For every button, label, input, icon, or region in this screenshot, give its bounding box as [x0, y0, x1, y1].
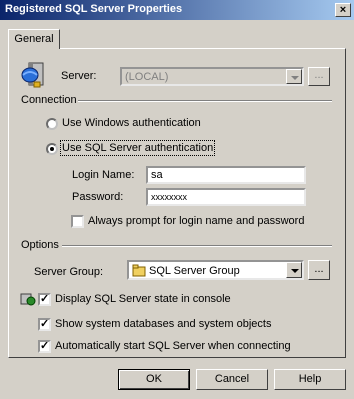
server-state-icon [20, 293, 36, 306]
server-icon [21, 62, 44, 88]
sql-auth-label: Use SQL Server authentication [59, 140, 216, 156]
server-group-browse-button[interactable]: ... [308, 260, 330, 280]
server-group-select[interactable]: SQL Server Group [127, 260, 304, 280]
password-label: Password: [72, 191, 124, 203]
login-name-label: Login Name: [72, 169, 135, 181]
show-system-checkbox[interactable]: ✓ [38, 318, 51, 331]
help-label: Help [298, 373, 322, 385]
chevron-down-icon [286, 69, 302, 84]
server-group-value: SQL Server Group [149, 265, 240, 277]
login-name-value: sa [151, 169, 163, 181]
windows-auth-radio[interactable] [46, 118, 58, 130]
options-divider [62, 245, 332, 247]
password-field[interactable]: xxxxxxxx [146, 188, 306, 206]
cancel-button[interactable]: Cancel [196, 369, 268, 390]
connection-divider [78, 100, 332, 102]
server-value: (LOCAL) [125, 71, 169, 83]
server-group-label: Server Group: [34, 266, 104, 278]
folder-icon [132, 264, 146, 277]
check-icon: ✓ [40, 293, 50, 305]
auto-start-checkbox[interactable]: ✓ [38, 340, 51, 353]
tab-general[interactable]: General [8, 29, 60, 49]
display-state-checkbox[interactable]: ✓ [38, 293, 51, 306]
help-button[interactable]: Help [274, 369, 346, 390]
password-value: xxxxxxxx [151, 192, 187, 202]
always-prompt-label: Always prompt for login name and passwor… [88, 215, 305, 227]
close-button[interactable]: × [335, 3, 351, 17]
display-state-label: Display SQL Server state in console [55, 293, 231, 305]
ok-button[interactable]: OK [118, 369, 190, 390]
options-section-label: Options [21, 239, 59, 251]
window-title: Registered SQL Server Properties [5, 3, 183, 15]
chevron-down-icon [286, 262, 302, 278]
windows-auth-label: Use Windows authentication [62, 117, 201, 129]
title-bar: Registered SQL Server Properties × [0, 0, 354, 20]
connection-section-label: Connection [21, 94, 77, 106]
sql-auth-radio[interactable] [46, 143, 58, 155]
close-icon: × [339, 4, 347, 16]
server-label: Server: [61, 70, 97, 82]
server-select[interactable]: (LOCAL) [120, 67, 304, 86]
check-icon: ✓ [40, 318, 50, 330]
server-browse-label: ... [314, 69, 324, 81]
show-system-label: Show system databases and system objects [55, 318, 272, 330]
login-name-field[interactable]: sa [146, 166, 306, 184]
tab-general-label: General [14, 33, 54, 45]
ok-label: OK [146, 373, 162, 385]
check-icon: ✓ [40, 340, 50, 352]
cancel-label: Cancel [214, 373, 250, 385]
always-prompt-checkbox[interactable] [71, 215, 84, 228]
server-browse-button[interactable]: ... [308, 67, 330, 86]
server-group-browse-label: ... [314, 263, 324, 275]
auto-start-label: Automatically start SQL Server when conn… [55, 340, 291, 352]
